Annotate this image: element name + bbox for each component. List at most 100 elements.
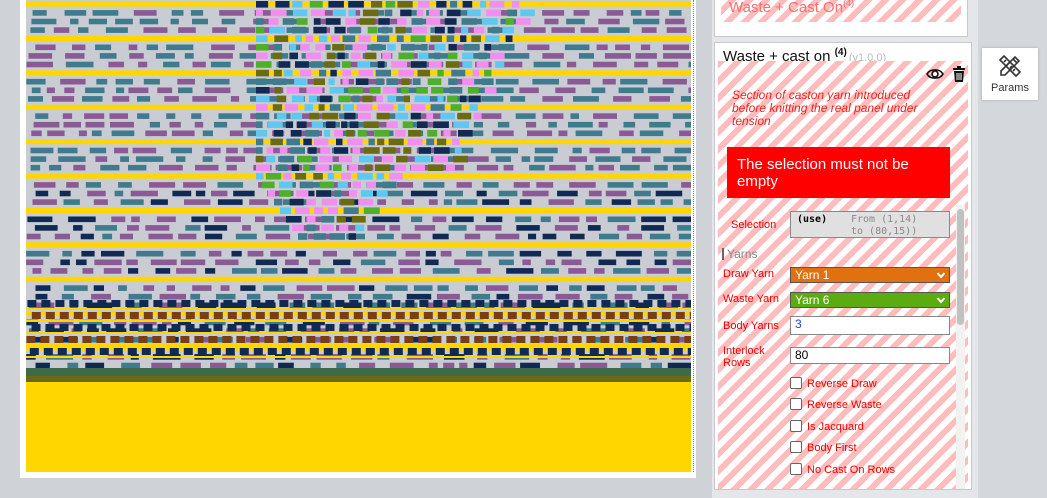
cast-on-stitch: [96, 336, 106, 343]
cast-on-stitch: [544, 336, 554, 343]
cast-on-stitch: [461, 300, 471, 307]
knit-pattern-canvas[interactable]: [26, 0, 691, 472]
stitch-cell: [662, 78, 687, 85]
stitch-cell: [91, 293, 111, 300]
stitch-cell: [178, 233, 197, 240]
stitch-cell: [26, 61, 53, 68]
jacquard-stitch: [434, 52, 441, 60]
stitch-cell: [133, 10, 157, 16]
jacquard-stitch: [256, 18, 264, 25]
stitch-cell: [615, 250, 642, 257]
stitch-cell: [100, 164, 120, 171]
stitch-cell: [476, 190, 487, 197]
stitch-cell: [240, 285, 256, 291]
knit-pattern-svg[interactable]: [26, 0, 691, 472]
checkbox-box[interactable]: [790, 420, 802, 432]
jacquard-stitch: [453, 155, 468, 163]
cast-on-stitch: [337, 348, 347, 355]
jacquard-stitch: [306, 87, 323, 94]
jacquard-stitch: [342, 69, 352, 77]
params-scrollbar[interactable]: [956, 205, 965, 489]
cast-on-stitch: [617, 348, 627, 355]
stitch-cell: [542, 96, 563, 102]
reverse-draw-checkbox[interactable]: Reverse Draw: [790, 377, 877, 391]
cast-on-stitch: [54, 336, 64, 343]
cast-on-stitch: [97, 300, 107, 307]
stitch-cell: [425, 259, 439, 266]
stitch-cell: [136, 250, 164, 257]
jacquard-stitch: [275, 1, 290, 8]
stitch-cell: [401, 199, 414, 205]
stitch-cell: [669, 10, 682, 16]
stitch-cell: [180, 250, 196, 257]
stitch-cell: [529, 164, 545, 171]
jacquard-stitch: [416, 9, 424, 17]
jacquard-stitch: [278, 61, 291, 68]
jacquard-stitch: [352, 181, 362, 189]
jacquard-stitch: [316, 190, 332, 197]
jacquard-stitch: [285, 121, 294, 128]
stitch-cell: [176, 156, 186, 162]
interlock-rows-input[interactable]: 80: [790, 347, 950, 364]
jacquard-stitch: [283, 69, 293, 77]
cast-on-stitch: [181, 300, 191, 307]
waste-yarn-select[interactable]: Yarn 6: [790, 292, 950, 308]
body-first-checkbox[interactable]: Body First: [790, 441, 857, 455]
cast-on-stitch: [264, 336, 274, 343]
jacquard-stitch: [411, 104, 426, 111]
yarns-section-header[interactable]: Yarns: [722, 248, 757, 260]
stitch-cell: [121, 362, 140, 369]
stitch-cell: [246, 293, 261, 300]
node-body: Section of caston yarn introduced before…: [718, 61, 968, 489]
jacquard-stitch: [394, 164, 407, 171]
stitch-cell: [159, 293, 186, 300]
selection-field[interactable]: (use) From (1,14) to (80,15)): [790, 211, 950, 238]
reverse-waste-checkbox[interactable]: Reverse Waste: [790, 398, 882, 412]
params-scroll-area[interactable]: Selection (use) From (1,14) to (80,15)) …: [718, 205, 968, 489]
stitch-cell: [296, 285, 323, 291]
jacquard-stitch: [359, 18, 376, 25]
checkbox-box[interactable]: [790, 463, 802, 475]
stitch-cell: [522, 190, 549, 197]
jacquard-stitch: [376, 95, 383, 103]
stitch-cell: [440, 250, 452, 257]
stitch-cell: [120, 156, 129, 162]
checkbox-box[interactable]: [790, 377, 802, 389]
checkbox-box[interactable]: [790, 441, 802, 453]
checkbox-box[interactable]: [790, 398, 802, 410]
stitch-cell: [527, 130, 553, 137]
jacquard-stitch: [291, 95, 304, 103]
stitch-cell: [465, 285, 478, 291]
jacquard-stitch: [329, 87, 344, 94]
yarn-stripe: [26, 308, 691, 310]
scrollbar-thumb[interactable]: [957, 209, 964, 325]
cast-on-stitch: [227, 312, 237, 319]
is-jacquard-checkbox[interactable]: Is Jacquard: [790, 420, 864, 434]
no-cast-on-rows-checkbox[interactable]: No Cast On Rows: [790, 463, 895, 477]
stitch-cell: [192, 61, 206, 68]
params-button[interactable]: Params: [982, 48, 1038, 100]
stitch-cell: [542, 10, 565, 16]
stitch-cell: [497, 121, 510, 128]
cast-on-stitch: [195, 300, 205, 307]
jacquard-stitch: [310, 9, 325, 17]
cast-on-stitch: [661, 324, 671, 331]
stitch-cell: [523, 27, 546, 33]
cast-on-stitch: [603, 348, 613, 355]
stitch-cell: [70, 18, 79, 25]
eye-icon[interactable]: [925, 65, 944, 83]
jacquard-stitch: [453, 121, 470, 128]
body-yarns-input[interactable]: 3: [790, 316, 950, 335]
jacquard-stitch: [355, 78, 369, 85]
stitch-cell: [232, 268, 257, 274]
stitch-cell: [451, 216, 474, 223]
trash-icon[interactable]: [950, 65, 968, 83]
stitch-cell: [211, 44, 235, 51]
jacquard-stitch: [292, 9, 308, 17]
draw-yarn-select[interactable]: Yarn 1: [790, 267, 950, 283]
cast-on-stitch: [152, 336, 162, 343]
previous-node-card[interactable]: Waste + Cast On(4): [714, 0, 968, 37]
stitch-cell: [495, 233, 520, 240]
jacquard-stitch: [327, 173, 335, 180]
jacquard-stitch: [296, 121, 307, 128]
